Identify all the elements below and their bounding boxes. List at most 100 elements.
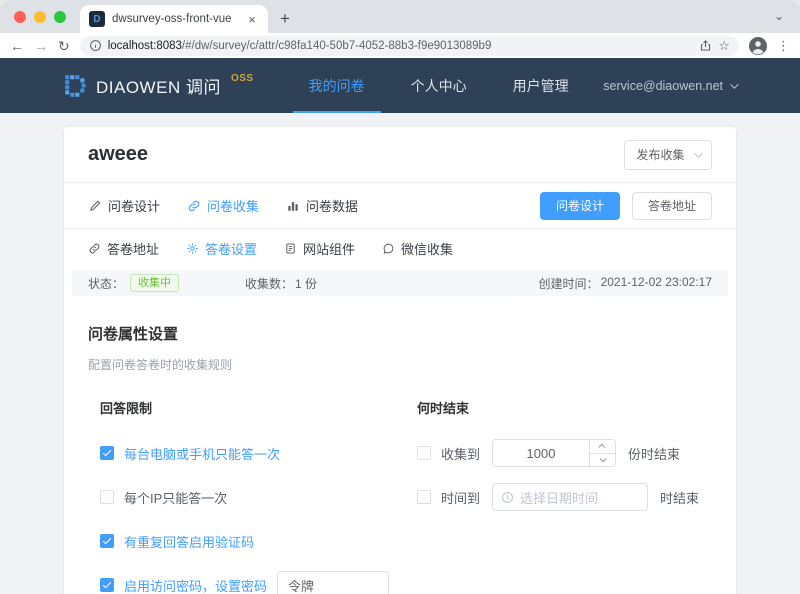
tab-label: 答卷地址 bbox=[107, 239, 159, 258]
gear-icon bbox=[186, 242, 199, 255]
checkbox-label[interactable]: 收集到 bbox=[441, 444, 480, 463]
account-email: service@diaowen.net bbox=[603, 79, 723, 93]
tab-label: 答卷设置 bbox=[205, 239, 257, 258]
count-label: 收集数： bbox=[245, 275, 293, 292]
created-value: 2021-12-02 23:02:17 bbox=[601, 275, 712, 292]
checkbox-label[interactable]: 每台电脑或手机只能答一次 bbox=[124, 444, 280, 463]
survey-design-button[interactable]: 问卷设计 bbox=[540, 192, 620, 220]
tab-survey-collect[interactable]: 问卷收集 bbox=[187, 196, 259, 215]
main-navigation: 我的问卷 个人中心 用户管理 bbox=[286, 58, 592, 113]
browser-menu-icon[interactable]: ⋮ bbox=[777, 38, 790, 54]
browser-tab[interactable]: D dwsurvey-oss-front-vue × bbox=[80, 5, 268, 33]
end-count-value[interactable] bbox=[493, 440, 589, 466]
checkbox-label[interactable]: 时间到 bbox=[441, 488, 480, 507]
tab-site-widget[interactable]: 网站组件 bbox=[284, 239, 355, 258]
tab-label: 微信收集 bbox=[401, 239, 453, 258]
publish-collect-label: 发布收集 bbox=[636, 146, 684, 163]
chevron-down-icon bbox=[694, 149, 702, 157]
end-date-picker[interactable]: 选择日期时间 bbox=[492, 483, 648, 511]
link-icon bbox=[88, 242, 101, 255]
limit-row-captcha: 有重复回答启用验证码 bbox=[100, 519, 405, 563]
traffic-lights bbox=[14, 11, 66, 23]
browser-profile-avatar[interactable] bbox=[749, 37, 767, 55]
chevron-down-icon bbox=[730, 80, 738, 88]
checkbox-label[interactable]: 启用访问密码，设置密码 bbox=[124, 576, 267, 594]
pencil-icon bbox=[88, 199, 102, 213]
end-count-suffix: 份时结束 bbox=[628, 444, 680, 463]
end-row-time: 时间到 选择日期时间 时结束 bbox=[417, 475, 712, 519]
browser-tabstrip: D dwsurvey-oss-front-vue × + ⌄ bbox=[0, 0, 800, 33]
page-background: aweee 发布收集 问卷设计 问卷收集 问卷数据 bbox=[0, 113, 800, 594]
created-label: 创建时间： bbox=[539, 275, 599, 292]
nav-item-my-surveys[interactable]: 我的问卷 bbox=[286, 58, 388, 113]
end-rule-header: 何时结束 bbox=[417, 398, 712, 417]
brand[interactable]: DIAOWEN 调问 OSS bbox=[64, 73, 254, 98]
secondary-tabs: 答卷地址 答卷设置 网站组件 微信收集 bbox=[64, 228, 736, 268]
limit-row-password: 启用访问密码，设置密码 bbox=[100, 563, 405, 594]
publish-collect-select[interactable]: 发布收集 bbox=[624, 140, 712, 170]
settings-section-header: 问卷属性设置 配置问卷答卷时的收集规则 bbox=[64, 296, 736, 373]
new-tab-button[interactable]: + bbox=[280, 10, 290, 27]
back-icon[interactable]: ← bbox=[10, 39, 24, 53]
app-navbar: DIAOWEN 调问 OSS 我的问卷 个人中心 用户管理 service@di… bbox=[0, 58, 800, 113]
created-time: 创建时间： 2021-12-02 23:02:17 bbox=[539, 275, 712, 292]
status-bar: 状态： 收集中 收集数： 1 份 创建时间： 2021-12-02 23:02:… bbox=[72, 270, 728, 296]
date-placeholder: 选择日期时间 bbox=[520, 488, 598, 507]
forward-icon[interactable]: → bbox=[34, 39, 48, 53]
checkbox-access-password[interactable] bbox=[100, 578, 114, 592]
address-bar[interactable]: localhost:8083/#/dw/survey/c/attr/c98fa1… bbox=[80, 36, 739, 56]
url-text: localhost:8083/#/dw/survey/c/attr/c98fa1… bbox=[108, 40, 694, 52]
checkbox-end-by-count[interactable] bbox=[417, 446, 431, 460]
account-menu[interactable]: service@diaowen.net bbox=[603, 79, 736, 93]
answer-limit-column: 回答限制 每台电脑或手机只能答一次 每个IP只能答一次 有重复回答启用验证码 bbox=[88, 398, 405, 594]
brand-badge: OSS bbox=[231, 73, 254, 84]
close-window-button[interactable] bbox=[14, 11, 26, 23]
status-badge: 收集中 bbox=[130, 274, 179, 292]
tab-close-icon[interactable]: × bbox=[245, 12, 259, 27]
checkbox-captcha[interactable] bbox=[100, 534, 114, 548]
share-icon[interactable] bbox=[699, 39, 712, 52]
header-actions: 问卷设计 答卷地址 bbox=[540, 192, 712, 220]
tab-survey-design[interactable]: 问卷设计 bbox=[88, 196, 160, 215]
bookmark-star-icon[interactable]: ☆ bbox=[718, 38, 730, 54]
document-icon bbox=[284, 242, 297, 255]
reload-icon[interactable]: ↻ bbox=[58, 39, 70, 53]
tab-survey-data[interactable]: 问卷数据 bbox=[286, 196, 358, 215]
info-icon[interactable] bbox=[89, 39, 102, 52]
primary-tabs: 问卷设计 问卷收集 问卷数据 问卷设计 答卷地址 bbox=[64, 182, 736, 228]
spinner-down-button[interactable] bbox=[590, 454, 615, 467]
card-header: aweee 发布收集 bbox=[64, 127, 736, 182]
tab-label: 问卷收集 bbox=[207, 196, 259, 215]
fullscreen-window-button[interactable] bbox=[54, 11, 66, 23]
survey-title: aweee bbox=[88, 143, 148, 166]
tab-search-chevron-icon[interactable]: ⌄ bbox=[774, 9, 784, 23]
end-row-count: 收集到 份时结束 bbox=[417, 431, 712, 475]
bar-chart-icon bbox=[286, 199, 300, 213]
browser-window: D dwsurvey-oss-front-vue × + ⌄ ← → ↻ loc… bbox=[0, 0, 800, 594]
answer-address-button[interactable]: 答卷地址 bbox=[632, 192, 712, 220]
tab-answer-settings[interactable]: 答卷设置 bbox=[186, 239, 257, 258]
tab-label: 问卷数据 bbox=[306, 196, 358, 215]
brand-name: DIAOWEN 调问 bbox=[96, 73, 221, 98]
number-spinner bbox=[589, 440, 615, 466]
limit-row-ip-once: 每个IP只能答一次 bbox=[100, 475, 405, 519]
checkbox-label[interactable]: 每个IP只能答一次 bbox=[124, 488, 227, 507]
tab-label: 问卷设计 bbox=[108, 196, 160, 215]
tab-answer-address[interactable]: 答卷地址 bbox=[88, 239, 159, 258]
settings-form: 回答限制 每台电脑或手机只能答一次 每个IP只能答一次 有重复回答启用验证码 bbox=[64, 398, 736, 594]
nav-item-user-management[interactable]: 用户管理 bbox=[490, 58, 592, 113]
checkbox-label[interactable]: 有重复回答启用验证码 bbox=[124, 532, 254, 551]
limit-row-device-once: 每台电脑或手机只能答一次 bbox=[100, 431, 405, 475]
checkbox-device-once[interactable] bbox=[100, 446, 114, 460]
checkbox-end-by-time[interactable] bbox=[417, 490, 431, 504]
tab-wechat-collect[interactable]: 微信收集 bbox=[382, 239, 453, 258]
nav-item-personal-center[interactable]: 个人中心 bbox=[388, 58, 490, 113]
chevron-up-icon bbox=[598, 443, 605, 450]
chat-icon bbox=[382, 242, 395, 255]
count-value: 1 份 bbox=[295, 275, 317, 292]
spinner-up-button[interactable] bbox=[590, 440, 615, 454]
access-password-input[interactable] bbox=[277, 571, 389, 594]
checkbox-ip-once[interactable] bbox=[100, 490, 114, 504]
minimize-window-button[interactable] bbox=[34, 11, 46, 23]
link-icon bbox=[187, 199, 201, 213]
